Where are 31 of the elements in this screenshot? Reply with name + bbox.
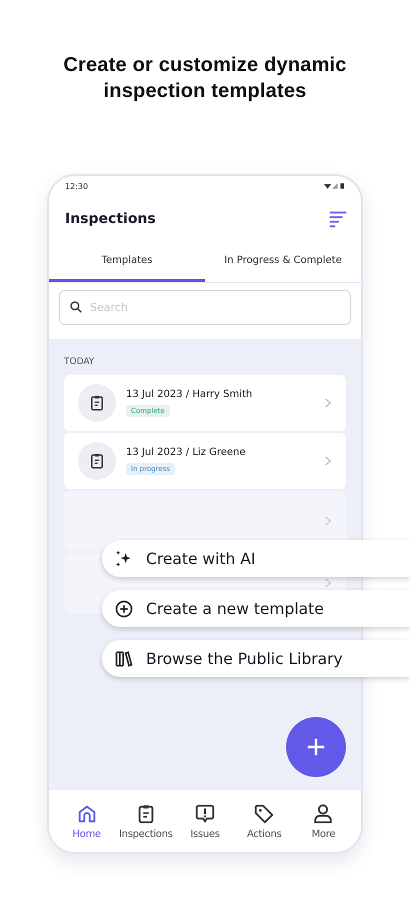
person-icon [312,802,334,824]
tab[interactable]: In Progress & Complete [205,242,361,282]
popup-menu[interactable]: Create with AI [102,540,410,577]
chevron-right-icon [324,515,332,527]
clipboard-icon [88,452,106,470]
section-header: TODAY [64,357,96,367]
books-icon [114,648,134,668]
tag-icon [253,802,276,824]
nav-tab[interactable]: Issues [175,790,235,852]
popup-menu[interactable]: Create a new template [102,590,410,627]
search-field[interactable]: Search [59,290,351,325]
chevron-right-icon [324,577,332,589]
status-time: 12:30 [65,182,88,190]
record-title: 13 Jul 2023 / Harry Smith [126,389,252,400]
status-icons [323,182,345,190]
nav-tab[interactable]: Actions [234,790,294,852]
headline: Create or customize dynamic inspection templates [62,53,348,104]
nav-tab[interactable]: Inspections [116,790,176,852]
speech-bubble-exclamation-icon [194,802,216,824]
chevron-right-icon [324,455,332,467]
chevron-right-icon [324,397,332,409]
popup-menu[interactable]: Browse the Public Library [102,640,410,677]
nav-tab[interactable]: More [294,790,354,852]
search-icon [69,300,83,314]
clipboard-icon [88,394,106,412]
nav-tab[interactable]: Home [57,790,116,852]
record-title: 13 Jul 2023 / Liz Greene [126,447,246,458]
tab[interactable]: Templates [49,242,205,282]
plus-circle-icon [114,598,134,618]
plus-icon [305,736,327,758]
screen-title: Inspections [65,211,156,227]
